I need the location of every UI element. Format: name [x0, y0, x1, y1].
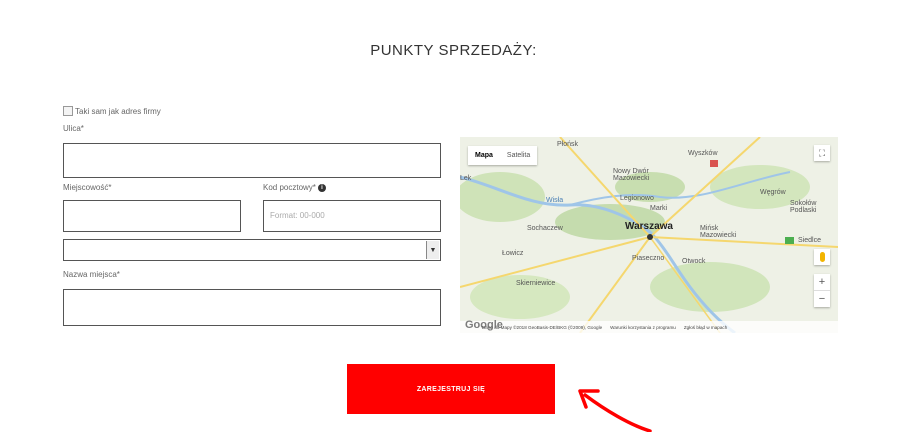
map-label-sokolow: Sokołów Podlaski	[790, 200, 817, 214]
map-terms-link[interactable]: Warunki korzystania z programu	[610, 325, 676, 330]
postal-label: Kod pocztowy*	[263, 183, 316, 192]
map-label-marki: Marki	[650, 205, 668, 212]
place-name-label: Nazwa miejsca*	[63, 270, 120, 279]
warsaw-marker	[647, 234, 653, 240]
pegman-icon[interactable]	[814, 249, 830, 265]
city-input[interactable]	[63, 200, 241, 232]
highway-marker	[785, 237, 794, 244]
map-label-lowicz: Łowicz	[502, 250, 524, 257]
region-select[interactable]: ▼	[63, 239, 441, 261]
same-address-checkbox[interactable]	[63, 106, 73, 116]
map-label-wegrow: Węgrów	[760, 189, 786, 196]
same-address-label: Taki sam jak adres firmy	[75, 106, 161, 116]
map-label-skierniewice: Skierniewice	[516, 280, 556, 287]
same-address-row[interactable]: Taki sam jak adres firmy	[63, 106, 161, 116]
map-report-link[interactable]: Zgłoś błąd w mapach	[684, 325, 727, 330]
street-input[interactable]	[63, 143, 441, 178]
map-footer: Dane do Mapy ©2018 GeoBasis-DE/BKG (©200…	[460, 321, 838, 333]
fullscreen-icon[interactable]: ⛶	[814, 145, 830, 161]
map-label-wyszkow: Wyszków	[688, 150, 718, 157]
forest-area	[650, 262, 770, 312]
map-label-warszawa: Warszawa	[625, 221, 673, 232]
zoom-out-button[interactable]: −	[814, 290, 830, 307]
map-label-otwock: Otwock	[682, 258, 706, 265]
zoom-in-button[interactable]: +	[814, 274, 830, 290]
postal-code-input[interactable]: Format: 00-000	[263, 200, 441, 232]
map-label-plonsk: Płońsk	[557, 141, 579, 148]
map-label-piaseczno: Piaseczno	[632, 255, 665, 262]
map-type-map-button[interactable]: Mapa	[468, 146, 500, 165]
red-arrow-annotation	[578, 389, 652, 432]
info-icon[interactable]: i	[317, 183, 326, 192]
map-label-legionowo: Legionowo	[620, 195, 654, 202]
map-type-satellite-button[interactable]: Satelita	[500, 146, 537, 165]
place-name-input[interactable]	[63, 289, 441, 326]
page-title: PUNKTY SPRZEDAŻY:	[370, 42, 537, 59]
map-type-control[interactable]: Mapa Satelita	[468, 146, 538, 165]
map-label-wisla: Wisła	[546, 197, 564, 204]
poi-marker	[710, 160, 718, 167]
postal-label-row: Kod pocztowy* i	[263, 183, 326, 192]
city-label: Miejscowość*	[63, 183, 112, 192]
map-label-sochaczew: Sochaczew	[527, 225, 563, 232]
map-label-minsk: Mińsk Mazowiecki	[700, 225, 737, 239]
register-button[interactable]: ZAREJESTRUJ SIĘ	[347, 364, 555, 414]
street-label: Ulica*	[63, 124, 84, 133]
map-label-lek: Lek	[460, 175, 472, 182]
zoom-control[interactable]: + −	[814, 274, 830, 307]
google-logo[interactable]: Google	[465, 319, 503, 331]
map-canvas[interactable]	[460, 137, 838, 333]
map-label-siedlce: Siedlce	[798, 237, 821, 244]
map-label-nowy-dwor: Nowy Dwór Mazowiecki	[613, 168, 650, 182]
map-widget[interactable]: Płońsk Wyszków Lek Nowy Dwór Mazowiecki …	[460, 137, 838, 333]
chevron-down-icon[interactable]: ▼	[426, 241, 439, 259]
postal-placeholder: Format: 00-000	[270, 211, 325, 220]
